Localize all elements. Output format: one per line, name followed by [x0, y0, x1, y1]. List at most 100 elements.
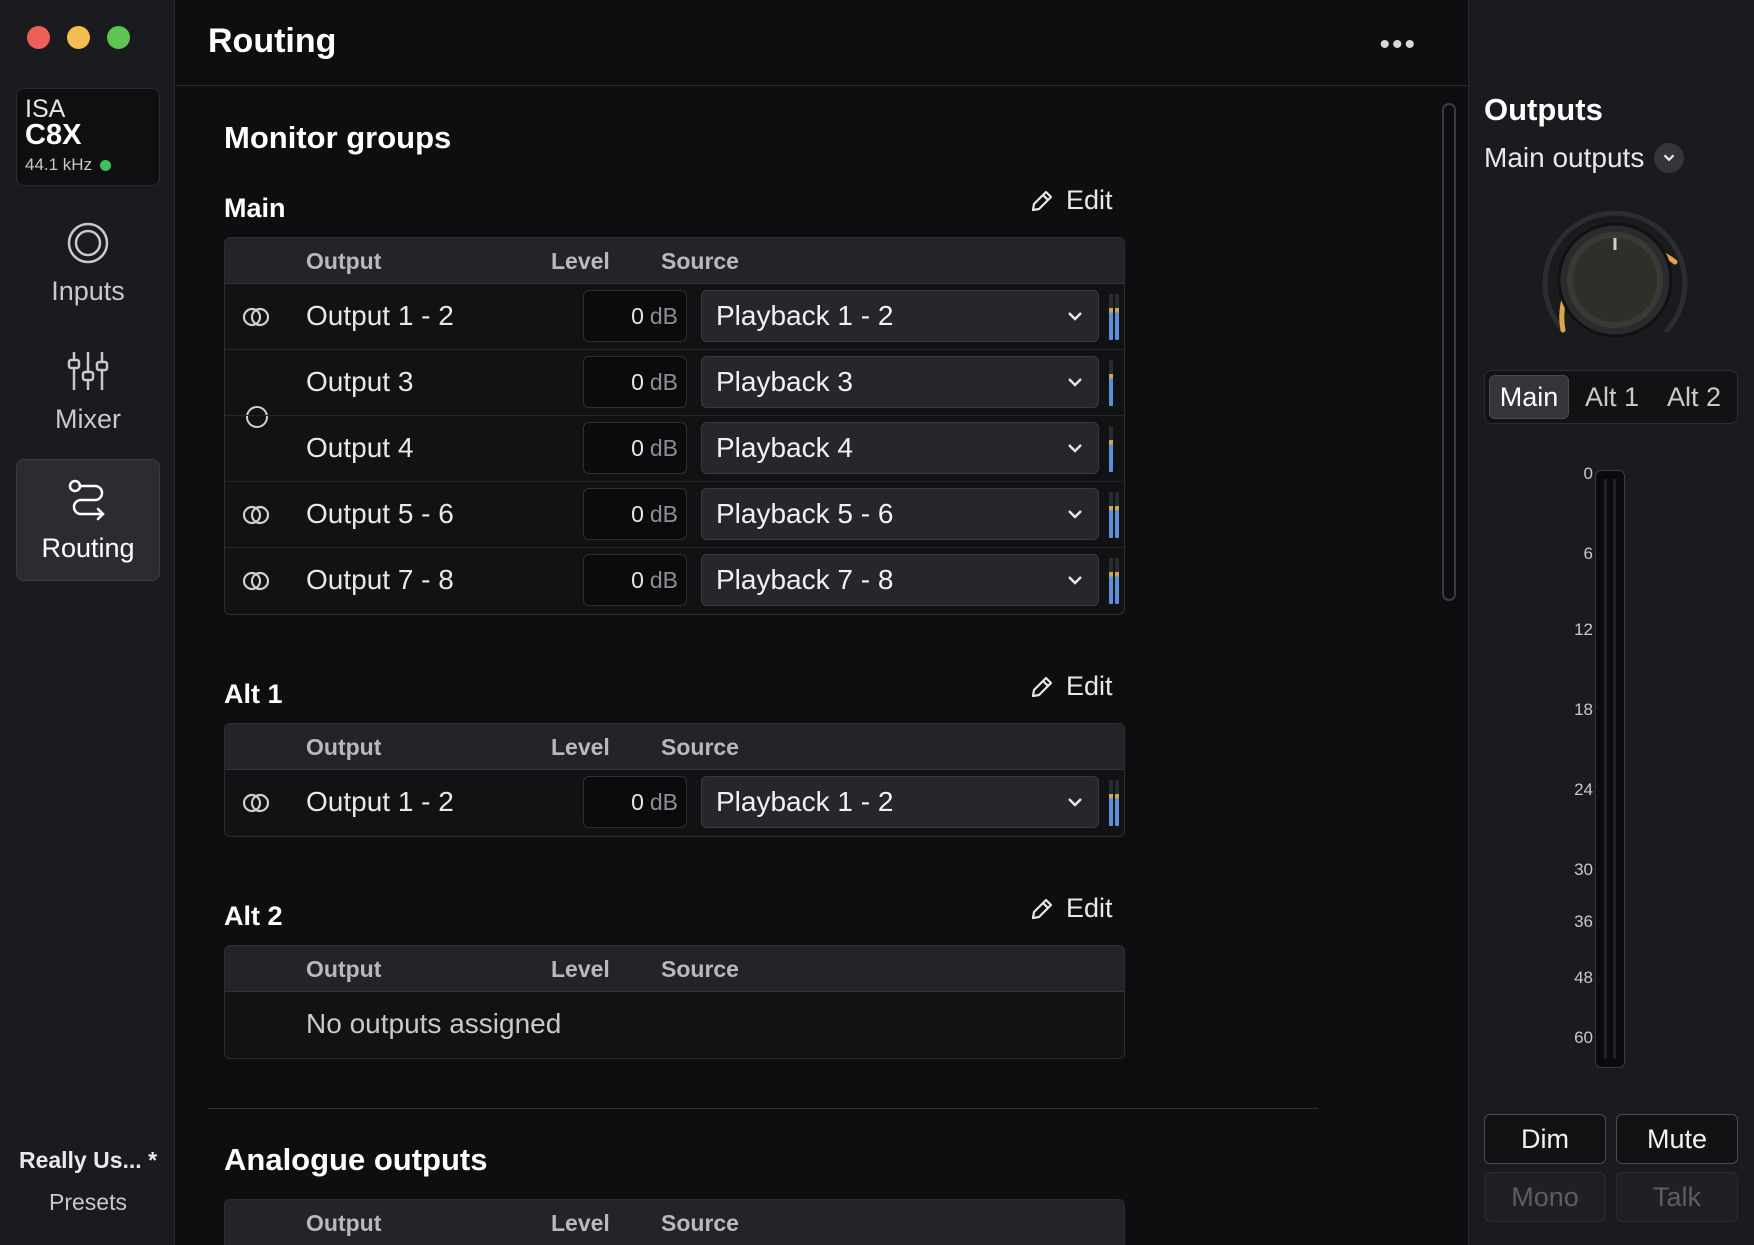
group-tab-alt2[interactable]: Alt 2: [1655, 375, 1733, 419]
output-name: Output 1 - 2: [306, 300, 454, 331]
dim-button[interactable]: Dim: [1484, 1114, 1606, 1164]
source-value: Playback 5 - 6: [716, 498, 894, 529]
output-name: Output 7 - 8: [306, 564, 454, 595]
column-output: Output: [306, 1210, 382, 1236]
table-row: Output 1 - 2 0 dB Playback 1 - 2: [225, 770, 1124, 836]
column-source: Source: [661, 248, 739, 274]
source-dropdown[interactable]: Playback 3: [701, 356, 1099, 408]
source-dropdown[interactable]: Playback 4: [701, 422, 1099, 474]
edit-alt1-button[interactable]: Edit: [1028, 671, 1113, 702]
device-card[interactable]: ISA C8X 44.1 kHz: [16, 88, 160, 186]
sidebar-item-label: Routing: [41, 532, 135, 563]
level-value: 0: [631, 368, 644, 395]
signal-meter: [1109, 294, 1119, 340]
level-field[interactable]: 0 dB: [583, 488, 687, 540]
column-output: Output: [306, 248, 382, 274]
presets-button[interactable]: Presets: [16, 1189, 160, 1216]
column-source: Source: [661, 1210, 739, 1236]
source-value: Playback 4: [716, 432, 853, 463]
group-tab-main[interactable]: Main: [1489, 375, 1569, 419]
group-title-alt2: Alt 2: [224, 901, 283, 931]
group-tab-alt1[interactable]: Alt 1: [1573, 375, 1651, 419]
edit-label: Edit: [1066, 893, 1113, 923]
outputs-panel: Outputs Main outputs Main Alt 1 Alt 2 0 …: [1468, 0, 1754, 1245]
chevron-down-icon: [1068, 312, 1082, 321]
table-row: Output 1 - 2 0 dB Playback 1 - 2: [225, 284, 1124, 350]
source-value: Playback 7 - 8: [716, 564, 894, 595]
level-field[interactable]: 0 dB: [583, 776, 687, 828]
chevron-down-icon: [1068, 798, 1082, 807]
level-unit: dB: [649, 566, 678, 593]
stereo-link-icon[interactable]: [243, 502, 269, 528]
stereo-link-icon[interactable]: [243, 568, 269, 594]
group-title-main: Main: [224, 193, 286, 223]
current-preset-name[interactable]: Really Us... *: [16, 1147, 160, 1174]
signal-meter: [1109, 492, 1119, 538]
scrollbar[interactable]: [1442, 103, 1456, 601]
section-divider: [208, 1108, 1318, 1109]
maximize-window-button[interactable]: [107, 26, 130, 49]
stereo-link-icon[interactable]: [243, 304, 269, 330]
level-value: 0: [631, 566, 644, 593]
main-content: Routing ••• Monitor groups Main Edit Out…: [176, 0, 1467, 1245]
column-level: Level: [551, 956, 610, 982]
group-title-alt1: Alt 1: [224, 679, 283, 709]
source-dropdown[interactable]: Playback 1 - 2: [701, 290, 1099, 342]
output-name: Output 4: [306, 432, 414, 463]
volume-knob[interactable]: [1535, 200, 1695, 360]
unlinked-output-pair: Output 3 0 dB Playback 3 Output 4 0 dB Pla…: [225, 350, 1124, 482]
level-field[interactable]: 0 dB: [583, 422, 687, 474]
output-level-meter: [1595, 470, 1625, 1068]
source-value: Playback 1 - 2: [716, 786, 894, 817]
source-dropdown[interactable]: Playback 5 - 6: [701, 488, 1099, 540]
level-field[interactable]: 0 dB: [583, 554, 687, 606]
column-output: Output: [306, 734, 382, 760]
stereo-link-icon[interactable]: [243, 790, 269, 816]
scale-label: 60: [1574, 1028, 1593, 1047]
outputs-title: Outputs: [1484, 92, 1603, 127]
close-window-button[interactable]: [27, 26, 50, 49]
more-options-icon[interactable]: •••: [1379, 28, 1417, 62]
edit-main-button[interactable]: Edit: [1028, 185, 1113, 216]
output-selector[interactable]: Main outputs: [1484, 142, 1685, 174]
routing-icon: [68, 479, 105, 520]
level-unit: dB: [649, 434, 678, 461]
sidebar-item-routing[interactable]: Routing: [16, 459, 160, 581]
inputs-icon: [67, 222, 109, 263]
scale-label: 0: [1583, 464, 1593, 483]
chevron-down-icon: [1654, 143, 1685, 173]
device-model: C8X: [25, 119, 82, 151]
mono-button[interactable]: Mono: [1484, 1172, 1606, 1222]
column-output: Output: [306, 956, 382, 982]
empty-state: No outputs assigned: [225, 992, 1124, 1058]
mixer-icon: [67, 351, 109, 390]
table-header: Output Level Source: [225, 724, 1124, 770]
scale-label: 48: [1574, 968, 1593, 987]
mute-button[interactable]: Mute: [1616, 1114, 1738, 1164]
scale-label: 12: [1574, 620, 1593, 639]
minimize-window-button[interactable]: [67, 26, 90, 49]
level-unit: dB: [649, 302, 678, 329]
level-field[interactable]: 0 dB: [583, 290, 687, 342]
pencil-icon: [1031, 898, 1053, 919]
sample-rate: 44.1 kHz: [25, 155, 93, 174]
window-controls: [27, 26, 130, 49]
edit-label: Edit: [1066, 671, 1113, 701]
level-value: 0: [631, 434, 644, 461]
column-level: Level: [551, 248, 610, 274]
source-value: Playback 3: [716, 366, 853, 397]
level-field[interactable]: 0 dB: [583, 356, 687, 408]
source-dropdown[interactable]: Playback 1 - 2: [701, 776, 1099, 828]
column-level: Level: [551, 734, 610, 760]
column-source: Source: [661, 956, 739, 982]
table-header: Output Level Source: [225, 238, 1124, 284]
source-dropdown[interactable]: Playback 7 - 8: [701, 554, 1099, 606]
output-name: Output 5 - 6: [306, 498, 454, 529]
edit-alt2-button[interactable]: Edit: [1028, 893, 1113, 924]
chevron-down-icon: [1068, 378, 1082, 387]
sidebar-item-mixer[interactable]: Mixer: [16, 330, 160, 452]
level-unit: dB: [649, 788, 678, 815]
sidebar-item-inputs[interactable]: Inputs: [16, 202, 160, 324]
level-value: 0: [631, 500, 644, 527]
talk-button[interactable]: Talk: [1616, 1172, 1738, 1222]
